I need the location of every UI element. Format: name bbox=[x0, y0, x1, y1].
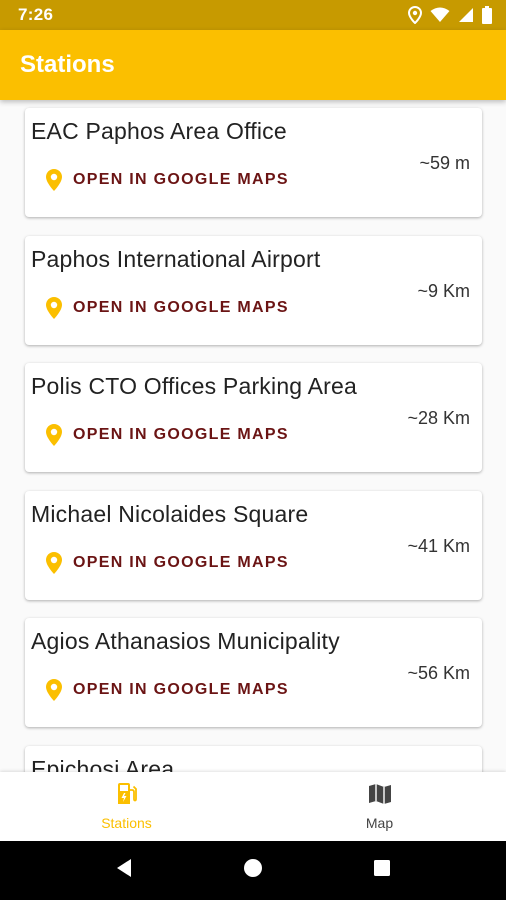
station-distance: ~28 Km bbox=[407, 408, 470, 428]
wifi-icon bbox=[430, 7, 450, 23]
back-triangle-icon bbox=[115, 858, 133, 883]
open-in-google-maps-button[interactable]: OPEN IN GOOGLE MAPS bbox=[45, 551, 289, 575]
station-name: Paphos International Airport bbox=[31, 246, 321, 272]
signal-icon bbox=[458, 7, 474, 23]
home-button[interactable] bbox=[233, 851, 273, 891]
open-in-google-maps-label: OPEN IN GOOGLE MAPS bbox=[73, 681, 289, 698]
station-distance: ~56 Km bbox=[407, 663, 470, 683]
map-icon bbox=[368, 782, 392, 811]
station-name: Michael Nicolaides Square bbox=[31, 501, 309, 527]
bottom-navigation: Stations Map bbox=[0, 772, 506, 841]
status-time: 7:26 bbox=[18, 5, 54, 24]
nav-tab-map-label: Map bbox=[365, 815, 394, 831]
map-pin-icon bbox=[45, 423, 63, 447]
page-title: Stations bbox=[20, 51, 115, 78]
ev-station-icon bbox=[116, 782, 138, 811]
station-name: Epichosi Area bbox=[31, 756, 175, 772]
map-pin-icon bbox=[45, 551, 63, 575]
station-card[interactable]: Agios Athanasios Municipality ~56 Km OPE… bbox=[25, 618, 482, 727]
home-circle-icon bbox=[243, 858, 263, 883]
station-name: Agios Athanasios Municipality bbox=[31, 628, 340, 654]
location-icon bbox=[408, 6, 422, 24]
station-distance: ~59 m bbox=[419, 153, 470, 173]
station-distance: ~41 Km bbox=[407, 536, 470, 556]
recents-square-icon bbox=[373, 859, 391, 882]
nav-tab-stations-label: Stations bbox=[101, 815, 152, 831]
system-navigation-bar bbox=[0, 841, 506, 900]
status-bar: 7:26 bbox=[0, 0, 506, 30]
open-in-google-maps-label: OPEN IN GOOGLE MAPS bbox=[73, 426, 289, 443]
map-pin-icon bbox=[45, 678, 63, 702]
nav-tab-map[interactable]: Map bbox=[253, 772, 506, 841]
open-in-google-maps-label: OPEN IN GOOGLE MAPS bbox=[73, 171, 289, 188]
station-distance: ~9 Km bbox=[417, 281, 470, 301]
status-icons bbox=[408, 6, 492, 24]
station-name: Polis CTO Offices Parking Area bbox=[31, 373, 358, 399]
open-in-google-maps-button[interactable]: OPEN IN GOOGLE MAPS bbox=[45, 423, 289, 447]
battery-icon bbox=[482, 6, 492, 24]
back-button[interactable] bbox=[104, 851, 144, 891]
open-in-google-maps-button[interactable]: OPEN IN GOOGLE MAPS bbox=[45, 168, 289, 192]
station-card[interactable]: Polis CTO Offices Parking Area ~28 Km OP… bbox=[25, 363, 482, 472]
station-card[interactable]: EAC Paphos Area Office ~59 m OPEN IN GOO… bbox=[25, 108, 482, 217]
nav-tab-stations[interactable]: Stations bbox=[0, 772, 253, 841]
station-name: EAC Paphos Area Office bbox=[31, 118, 287, 144]
station-card[interactable]: Michael Nicolaides Square ~41 Km OPEN IN… bbox=[25, 491, 482, 600]
open-in-google-maps-label: OPEN IN GOOGLE MAPS bbox=[73, 299, 289, 316]
station-card[interactable]: Paphos International Airport ~9 Km OPEN … bbox=[25, 236, 482, 345]
open-in-google-maps-label: OPEN IN GOOGLE MAPS bbox=[73, 554, 289, 571]
recents-button[interactable] bbox=[362, 851, 402, 891]
map-pin-icon bbox=[45, 296, 63, 320]
station-card[interactable]: Epichosi Area bbox=[25, 746, 482, 772]
app-bar: Stations bbox=[0, 30, 506, 100]
open-in-google-maps-button[interactable]: OPEN IN GOOGLE MAPS bbox=[45, 296, 289, 320]
station-list[interactable]: EAC Paphos Area Office ~59 m OPEN IN GOO… bbox=[0, 100, 506, 772]
map-pin-icon bbox=[45, 168, 63, 192]
open-in-google-maps-button[interactable]: OPEN IN GOOGLE MAPS bbox=[45, 678, 289, 702]
